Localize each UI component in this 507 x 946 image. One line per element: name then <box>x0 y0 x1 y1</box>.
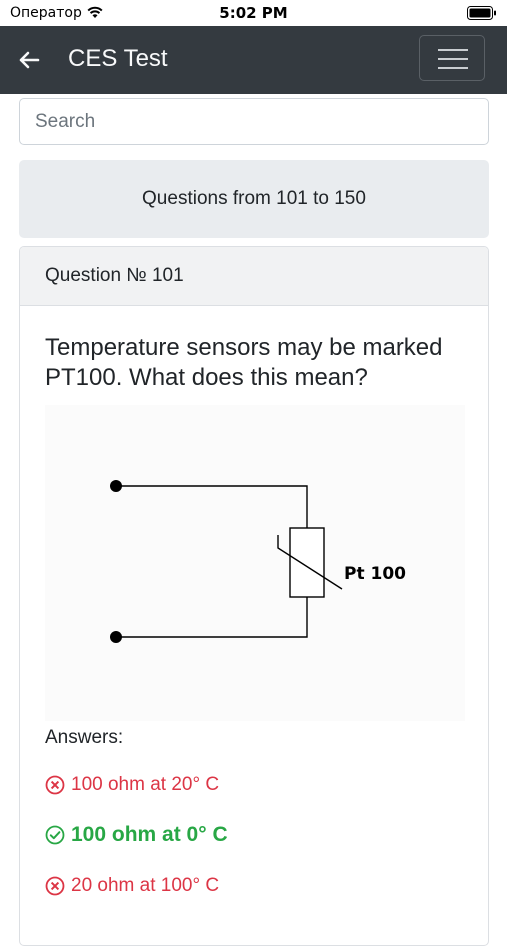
question-card: Question № 101 Temperature sensors may b… <box>19 246 489 946</box>
answer-option[interactable]: 100 ohm at 20° C <box>45 774 219 796</box>
question-text: Temperature sensors may be marked PT100.… <box>45 334 443 391</box>
answer-text: 100 ohm at 20° C <box>71 774 220 795</box>
status-bar: Оператор 5:02 PM <box>0 0 507 26</box>
app-navbar: CES Test <box>0 26 507 94</box>
battery-icon <box>467 6 496 20</box>
answer-option[interactable]: 100 ohm at 0° C <box>45 823 228 847</box>
question-number: Question № 101 <box>45 265 184 286</box>
answers-heading: Answers: <box>45 727 124 748</box>
sensor-diagram: Pt 100 <box>45 405 465 721</box>
hamburger-icon <box>438 67 468 69</box>
hamburger-icon <box>438 49 468 51</box>
back-arrow-icon[interactable] <box>16 47 42 73</box>
correct-answer-icon <box>45 825 65 845</box>
question-range-label: Questions from 101 to 150 <box>142 188 366 209</box>
hamburger-icon <box>438 58 468 60</box>
wrong-answer-icon <box>45 876 65 896</box>
menu-toggle-button[interactable] <box>419 35 485 81</box>
answer-text: 100 ohm at 0° C <box>71 823 228 846</box>
question-range-banner: Questions from 101 to 150 <box>19 160 489 238</box>
clock: 5:02 PM <box>219 4 288 22</box>
diagram-label: Pt 100 <box>344 564 406 584</box>
search-input[interactable] <box>19 98 489 145</box>
question-header: Question № 101 <box>20 247 488 306</box>
wrong-answer-icon <box>45 775 65 795</box>
answer-option[interactable]: 20 ohm at 100° C <box>45 875 219 897</box>
answer-text: 20 ohm at 100° C <box>71 875 220 896</box>
page-title: CES Test <box>68 45 168 72</box>
